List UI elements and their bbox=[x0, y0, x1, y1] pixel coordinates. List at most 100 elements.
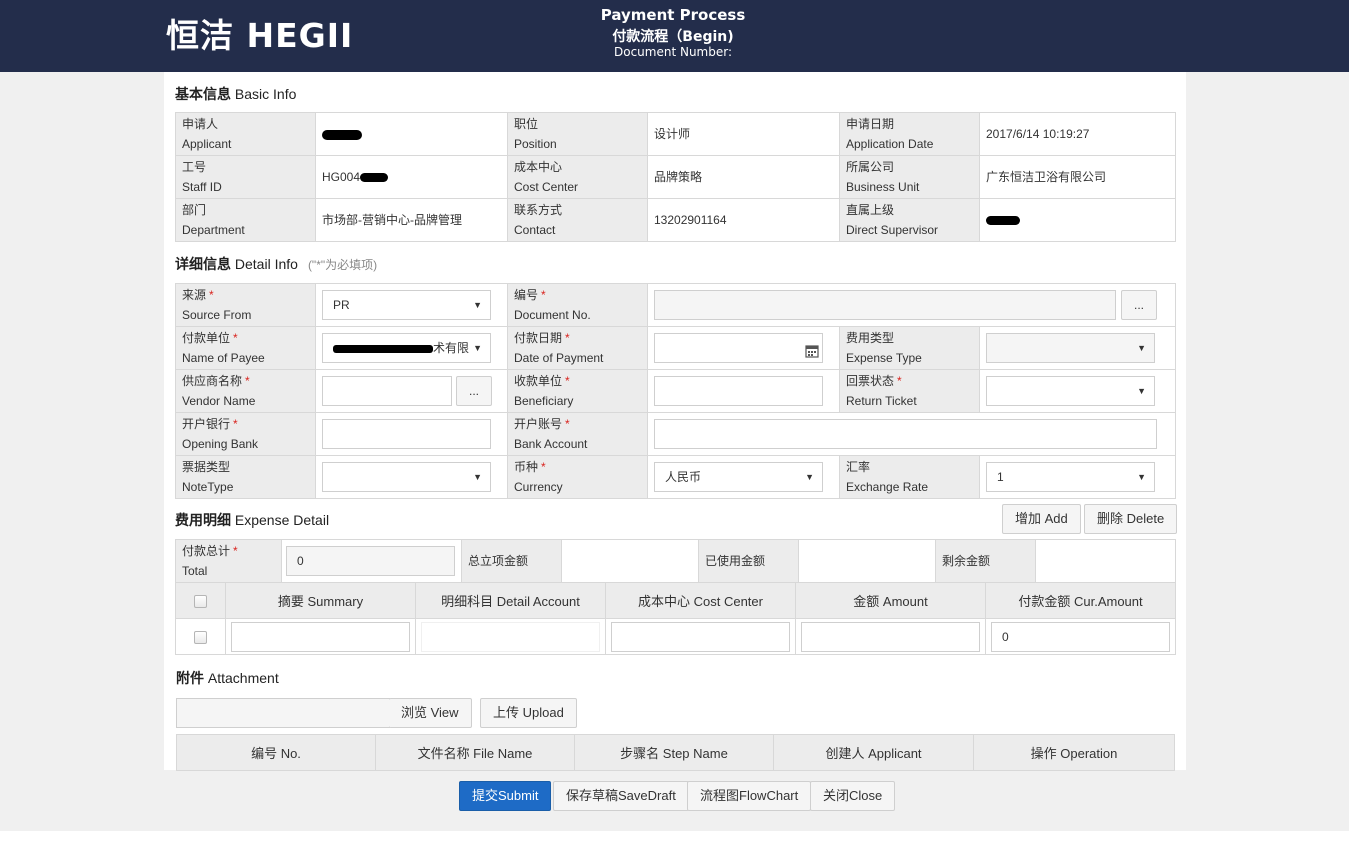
detail-account-input[interactable] bbox=[421, 621, 600, 652]
column-header: 金额 Amount bbox=[795, 582, 986, 619]
budget-value bbox=[561, 539, 699, 583]
add-button[interactable]: 增加 Add bbox=[1002, 504, 1081, 534]
flowchart-button[interactable]: 流程图FlowChart bbox=[687, 781, 812, 811]
contact-value: 13202901164 bbox=[647, 198, 840, 242]
redaction-mark bbox=[986, 216, 1020, 226]
payment-date-input[interactable] bbox=[654, 333, 823, 363]
note-type-select[interactable]: ▼ bbox=[322, 462, 491, 492]
payee-label: 付款单位 * Name of Payee bbox=[175, 326, 316, 370]
document-no-input[interactable] bbox=[654, 290, 1116, 320]
detail-info-table: 来源 * Source From PR ▼ 编号 * Document No. ... 付… bbox=[175, 283, 1176, 499]
cost-center-label: 成本中心 Cost Center bbox=[507, 155, 648, 199]
document-number-label: Document Number: bbox=[613, 45, 733, 59]
budget-label: 总立项金额 bbox=[461, 539, 562, 583]
bank-account-label: 开户账号 * Bank Account bbox=[507, 412, 648, 456]
beneficiary-input[interactable] bbox=[654, 376, 823, 406]
chevron-down-icon: ▼ bbox=[473, 300, 482, 310]
basic-info-row: 部门 Department 市场部-营销中心-品牌管理 联系方式 Contact 1… bbox=[175, 198, 1176, 242]
column-header: 文件名称 File Name bbox=[375, 734, 575, 771]
basic-info-table: 申请人 Applicant 职位 Position 设计师 申请日期 Applicat… bbox=[175, 112, 1176, 242]
applicant-label: 申请人 Applicant bbox=[175, 112, 316, 156]
remaining-amount-label: 剩余金额 bbox=[935, 539, 1036, 583]
used-amount-value bbox=[798, 539, 936, 583]
row-checkbox[interactable] bbox=[194, 631, 207, 645]
payment-date-label: 付款日期 * Date of Payment bbox=[507, 326, 648, 370]
column-header: 操作 Operation bbox=[973, 734, 1175, 771]
chevron-down-icon: ▼ bbox=[473, 343, 482, 353]
attachment-file-input[interactable] bbox=[176, 698, 390, 728]
basic-info-row: 工号 Staff ID HG004 成本中心 Cost Center 品牌策略 所属… bbox=[175, 155, 1176, 199]
payee-select[interactable]: 术有限 ▼ bbox=[322, 333, 491, 363]
redaction-mark bbox=[333, 344, 433, 353]
currency-select[interactable]: 人民币 ▼ bbox=[654, 462, 823, 492]
document-no-lookup-button[interactable]: ... bbox=[1121, 290, 1157, 320]
expense-type-select[interactable]: ▼ bbox=[986, 333, 1155, 363]
detail-info-row: 来源 * Source From PR ▼ 编号 * Document No. ... bbox=[175, 283, 1176, 327]
chevron-down-icon: ▼ bbox=[473, 472, 482, 482]
redaction-mark bbox=[360, 173, 389, 183]
cost-center-input[interactable] bbox=[611, 621, 790, 652]
opening-bank-input[interactable] bbox=[322, 419, 491, 449]
save-draft-button[interactable]: 保存草稿SaveDraft bbox=[553, 781, 689, 811]
column-header: 成本中心 Cost Center bbox=[605, 582, 796, 619]
upload-button[interactable]: 上传 Upload bbox=[480, 698, 577, 728]
chevron-down-icon: ▼ bbox=[1137, 343, 1146, 353]
application-date-value: 2017/6/14 10:19:27 bbox=[979, 112, 1176, 156]
select-all-checkbox[interactable] bbox=[194, 595, 207, 609]
remaining-amount-value bbox=[1035, 539, 1176, 583]
applicant-value bbox=[315, 112, 508, 156]
currency-label: 币种 * Currency bbox=[507, 455, 648, 499]
return-ticket-label: 回票状态 * Return Ticket bbox=[839, 369, 980, 413]
vendor-label: 供应商名称 * Vendor Name bbox=[175, 369, 316, 413]
return-ticket-select[interactable]: ▼ bbox=[986, 376, 1155, 406]
contact-label: 联系方式 Contact bbox=[507, 198, 648, 242]
attachment-table: 编号 No. 文件名称 File Name 步骤名 Step Name 创建人 … bbox=[176, 734, 1175, 771]
summary-input[interactable] bbox=[231, 621, 410, 652]
total-label: 付款总计 * Total bbox=[175, 539, 282, 583]
browse-button[interactable]: 浏览 View bbox=[389, 698, 472, 728]
exchange-rate-select[interactable]: 1 ▼ bbox=[986, 462, 1155, 492]
expense-type-label: 费用类型 Expense Type bbox=[839, 326, 980, 370]
column-header: 步骤名 Step Name bbox=[574, 734, 774, 771]
submit-button[interactable]: 提交Submit bbox=[459, 781, 552, 811]
detail-info-row: 供应商名称 * Vendor Name ... 收款单位 * Beneficiary 回… bbox=[175, 369, 1176, 413]
direct-supervisor-value bbox=[979, 198, 1176, 242]
column-header: 摘要 Summary bbox=[225, 582, 416, 619]
department-label: 部门 Department bbox=[175, 198, 316, 242]
note-type-label: 票据类型 NoteType bbox=[175, 455, 316, 499]
cost-center-value: 品牌策略 bbox=[647, 155, 840, 199]
close-button[interactable]: 关闭Close bbox=[810, 781, 896, 811]
redaction-mark bbox=[322, 129, 362, 140]
beneficiary-label: 收款单位 * Beneficiary bbox=[507, 369, 648, 413]
used-amount-label: 已使用金额 bbox=[698, 539, 799, 583]
vendor-input[interactable] bbox=[322, 376, 452, 406]
chevron-down-icon: ▼ bbox=[1137, 386, 1146, 396]
form-content: 基本信息 Basic Info 申请人 Applicant 职位 Position … bbox=[164, 72, 1186, 771]
application-date-label: 申请日期 Application Date bbox=[839, 112, 980, 156]
source-select[interactable]: PR ▼ bbox=[322, 290, 491, 320]
amount-input[interactable] bbox=[801, 621, 980, 652]
staff-id-label: 工号 Staff ID bbox=[175, 155, 316, 199]
total-input[interactable]: 0 bbox=[286, 546, 455, 576]
cur-amount-input[interactable]: 0 bbox=[991, 621, 1170, 652]
process-title: Payment Process bbox=[600, 6, 746, 24]
bank-account-input[interactable] bbox=[654, 419, 1157, 449]
expense-detail-title: 费用明细 Expense Detail bbox=[175, 512, 330, 528]
department-value: 市场部-营销中心-品牌管理 bbox=[315, 198, 508, 242]
business-unit-value: 广东恒洁卫浴有限公司 bbox=[979, 155, 1176, 199]
expense-detail-row: 0 bbox=[175, 618, 1176, 655]
required-hint: ("*"为必填项) bbox=[307, 258, 378, 272]
delete-button[interactable]: 删除 Delete bbox=[1084, 504, 1178, 534]
basic-info-row: 申请人 Applicant 职位 Position 设计师 申请日期 Applicat… bbox=[175, 112, 1176, 156]
calendar-icon[interactable] bbox=[805, 340, 819, 362]
basic-info-title: 基本信息 Basic Info bbox=[175, 86, 297, 102]
opening-bank-label: 开户银行 * Opening Bank bbox=[175, 412, 316, 456]
chevron-down-icon: ▼ bbox=[805, 472, 814, 482]
business-unit-label: 所属公司 Business Unit bbox=[839, 155, 980, 199]
attachment-header-row: 编号 No. 文件名称 File Name 步骤名 Step Name 创建人 … bbox=[176, 734, 1175, 771]
hegii-logo: 恒洁 HEGII bbox=[166, 16, 354, 55]
column-header: 付款金额 Cur.Amount bbox=[985, 582, 1176, 619]
vendor-lookup-button[interactable]: ... bbox=[456, 376, 492, 406]
document-no-label: 编号 * Document No. bbox=[507, 283, 648, 327]
direct-supervisor-label: 直属上级 Direct Supervisor bbox=[839, 198, 980, 242]
